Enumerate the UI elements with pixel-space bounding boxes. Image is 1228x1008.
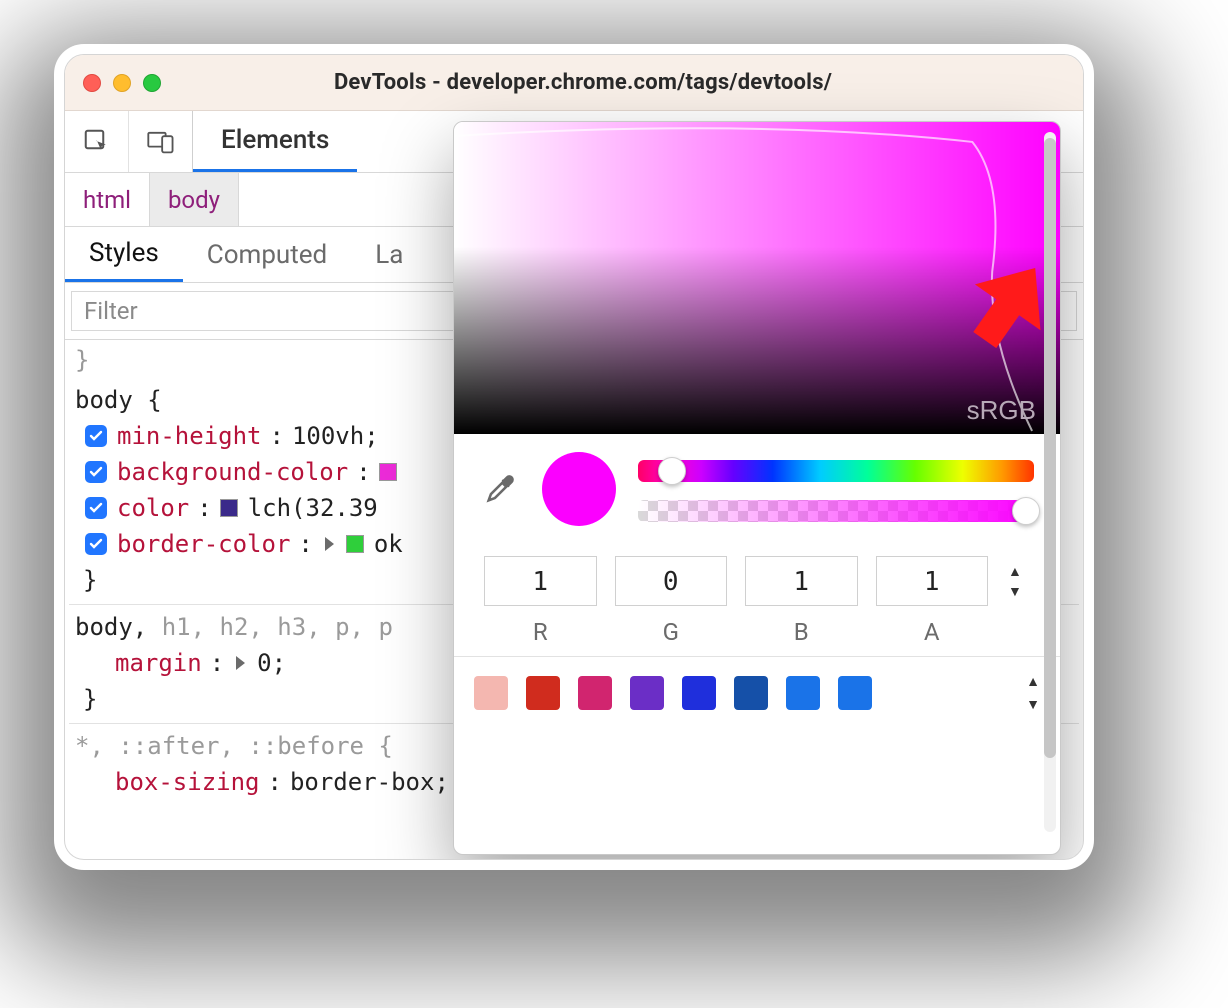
tab-elements[interactable]: Elements	[193, 111, 357, 172]
subtab-styles[interactable]: Styles	[65, 227, 183, 282]
color-a-input[interactable]: 1	[876, 556, 989, 606]
palette-swatch[interactable]	[786, 676, 820, 710]
breadcrumb-body[interactable]: body	[149, 173, 239, 226]
color-values-row: 1 R 0 G 1 B 1 A	[454, 534, 1060, 656]
color-b-label: B	[745, 618, 858, 646]
inspect-element-icon[interactable]	[65, 111, 129, 172]
color-format-stepper[interactable]: ▲ ▼	[1008, 566, 1034, 598]
color-picker-popover: sRGB	[453, 121, 1061, 855]
eyedropper-icon[interactable]	[480, 469, 520, 509]
breadcrumb-html[interactable]: html	[65, 173, 149, 226]
css-property-name[interactable]: margin	[115, 645, 202, 681]
palette-swatch[interactable]	[474, 676, 508, 710]
css-property-value[interactable]: 100vh;	[292, 418, 379, 454]
css-property-value[interactable]: ok	[374, 526, 403, 562]
chevron-down-icon[interactable]: ▼	[1008, 586, 1034, 598]
color-b-input[interactable]: 1	[745, 556, 858, 606]
css-property-name[interactable]: color	[117, 490, 189, 526]
close-window-button[interactable]	[83, 74, 101, 92]
color-g-input[interactable]: 0	[615, 556, 728, 606]
panel-tabs: Elements	[193, 111, 357, 172]
spectrum-area[interactable]: sRGB	[454, 122, 1060, 434]
color-g-label: G	[615, 618, 728, 646]
palette-swatch[interactable]	[682, 676, 716, 710]
css-property-name[interactable]: box-sizing	[115, 764, 260, 800]
window-title: DevTools - developer.chrome.com/tags/dev…	[177, 70, 989, 95]
color-swatch-icon[interactable]	[346, 535, 364, 553]
property-toggle-checkbox[interactable]	[85, 533, 107, 555]
current-color-swatch	[542, 452, 616, 526]
chevron-down-icon[interactable]: ▼	[1026, 696, 1040, 713]
minimize-window-button[interactable]	[113, 74, 131, 92]
palette-swatch[interactable]	[578, 676, 612, 710]
palette-row: ▲ ▼	[454, 656, 1060, 725]
property-toggle-checkbox[interactable]	[85, 425, 107, 447]
alpha-slider[interactable]	[638, 500, 1034, 522]
gamut-label: sRGB	[967, 395, 1036, 426]
css-property-name[interactable]: background-color	[117, 454, 348, 490]
popover-scrollbar[interactable]	[1044, 132, 1056, 832]
palette-stepper[interactable]: ▲ ▼	[1026, 673, 1040, 713]
property-toggle-checkbox[interactable]	[85, 461, 107, 483]
chevron-up-icon[interactable]: ▲	[1026, 673, 1040, 690]
css-property-name[interactable]: min-height	[117, 418, 262, 454]
css-property-value[interactable]: lch(32.39	[248, 490, 378, 526]
expand-shorthand-icon[interactable]	[325, 537, 334, 551]
css-property-value[interactable]: border-box;	[290, 764, 449, 800]
css-property-value[interactable]: 0;	[257, 645, 286, 681]
expand-shorthand-icon[interactable]	[236, 656, 245, 670]
hue-slider[interactable]	[638, 460, 1034, 482]
css-property-name[interactable]: border-color	[117, 526, 290, 562]
subtab-computed[interactable]: Computed	[183, 227, 351, 282]
subtab-layout[interactable]: La	[351, 227, 427, 282]
color-swatch-icon[interactable]	[379, 463, 397, 481]
palette-swatch[interactable]	[838, 676, 872, 710]
devtools-window: DevTools - developer.chrome.com/tags/dev…	[64, 54, 1084, 860]
palette-swatch[interactable]	[526, 676, 560, 710]
titlebar: DevTools - developer.chrome.com/tags/dev…	[65, 55, 1083, 111]
palette-swatch[interactable]	[630, 676, 664, 710]
chevron-up-icon[interactable]: ▲	[1008, 566, 1034, 578]
color-a-label: A	[876, 618, 989, 646]
color-r-label: R	[484, 618, 597, 646]
scrollbar-thumb[interactable]	[1044, 138, 1056, 758]
color-r-input[interactable]: 1	[484, 556, 597, 606]
zoom-window-button[interactable]	[143, 74, 161, 92]
traffic-lights	[83, 74, 161, 92]
color-swatch-icon[interactable]	[220, 499, 238, 517]
device-toggle-icon[interactable]	[129, 111, 193, 172]
property-toggle-checkbox[interactable]	[85, 497, 107, 519]
palette-swatch[interactable]	[734, 676, 768, 710]
